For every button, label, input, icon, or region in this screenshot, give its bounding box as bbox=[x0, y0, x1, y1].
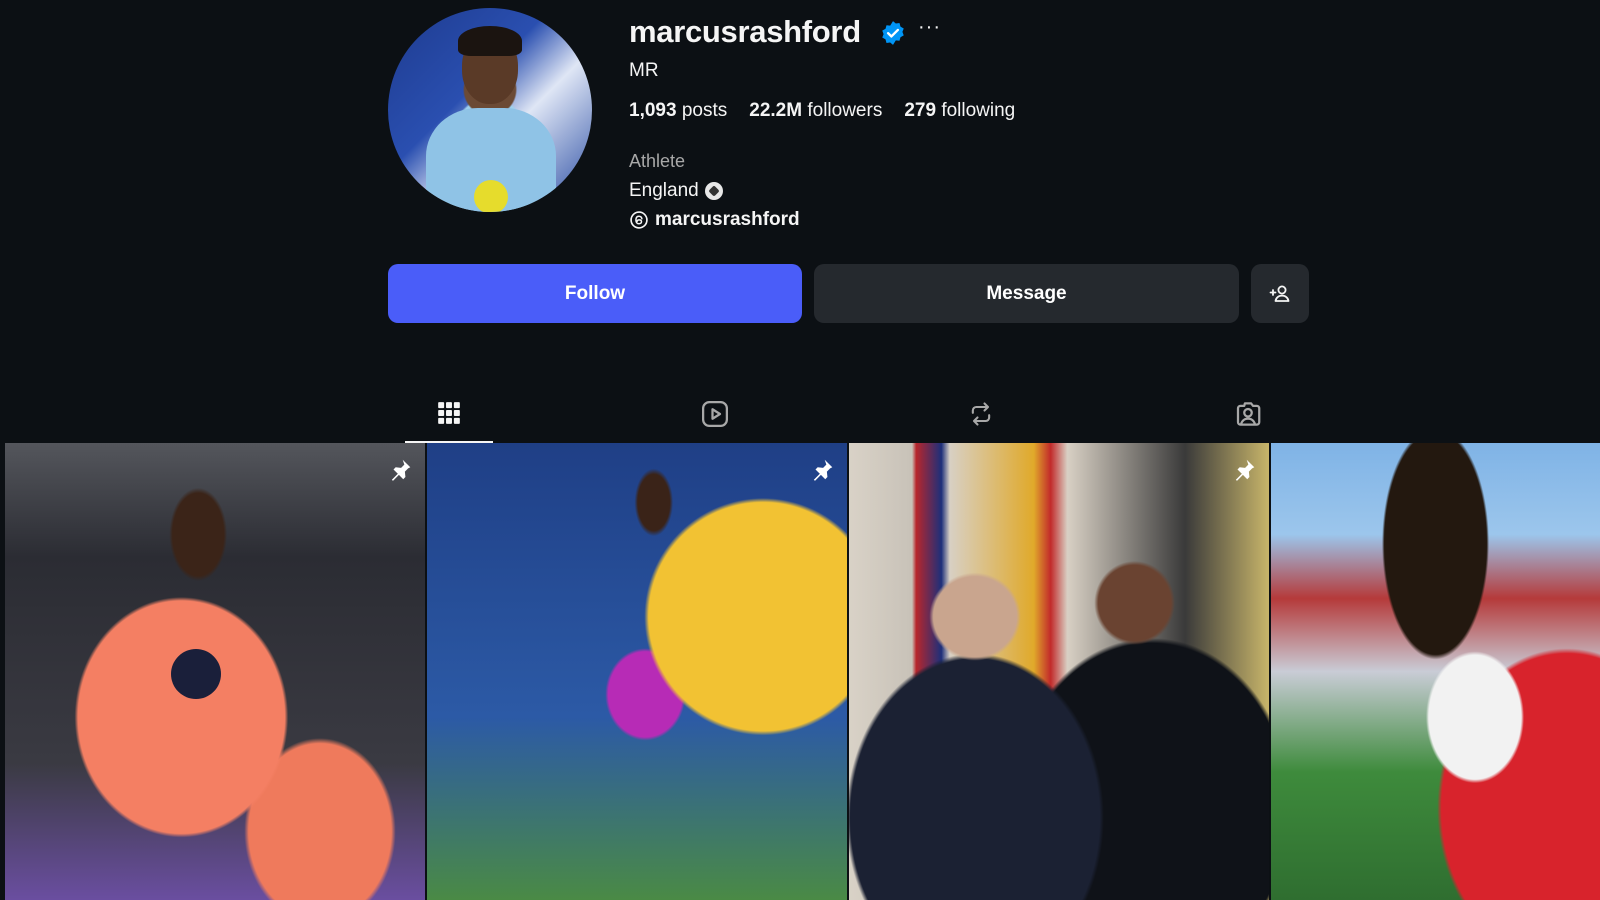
pin-icon bbox=[391, 459, 411, 481]
profile-avatar[interactable] bbox=[388, 8, 592, 212]
tab-reels[interactable] bbox=[671, 385, 759, 443]
threads-link[interactable]: marcusrashford bbox=[629, 209, 800, 231]
profile-tabs bbox=[0, 385, 1600, 443]
tab-tagged[interactable] bbox=[1204, 385, 1292, 443]
post-thumbnail[interactable] bbox=[5, 443, 425, 900]
message-button[interactable]: Message bbox=[814, 264, 1239, 323]
suggested-accounts-button[interactable] bbox=[1251, 264, 1309, 323]
profile-stats: 1,093 posts 22.2M followers 279 followin… bbox=[629, 100, 1015, 122]
profile-full-name: MR bbox=[629, 60, 659, 81]
following-stat[interactable]: 279 following bbox=[904, 100, 1015, 122]
verified-badge-icon bbox=[882, 21, 904, 45]
post-thumbnail[interactable] bbox=[849, 443, 1269, 900]
posts-grid bbox=[0, 443, 1600, 900]
reels-icon bbox=[702, 401, 728, 427]
threads-icon bbox=[630, 211, 648, 229]
grid-icon bbox=[438, 402, 460, 424]
post-image-detail bbox=[171, 649, 221, 699]
soccer-ball-icon bbox=[704, 182, 723, 200]
pin-icon bbox=[813, 459, 833, 481]
follow-button[interactable]: Follow bbox=[388, 264, 802, 323]
repost-icon bbox=[971, 402, 991, 426]
avatar-sponsor-badge bbox=[474, 180, 508, 212]
profile-username: marcusrashford bbox=[629, 14, 861, 49]
profile-bio: England bbox=[629, 180, 723, 202]
profile-category: Athlete bbox=[629, 151, 686, 171]
post-thumbnail[interactable] bbox=[1271, 443, 1600, 900]
avatar-hair bbox=[458, 26, 522, 56]
more-options-icon[interactable]: ··· bbox=[918, 16, 941, 39]
post-thumbnail[interactable] bbox=[427, 443, 847, 900]
followers-stat[interactable]: 22.2M followers bbox=[749, 100, 882, 122]
tagged-icon bbox=[1236, 402, 1261, 426]
tab-reposts[interactable] bbox=[937, 385, 1025, 443]
posts-stat: 1,093 posts bbox=[629, 100, 728, 121]
tab-posts[interactable] bbox=[405, 385, 493, 443]
add-person-icon bbox=[1269, 285, 1290, 302]
pin-icon bbox=[1235, 459, 1255, 481]
